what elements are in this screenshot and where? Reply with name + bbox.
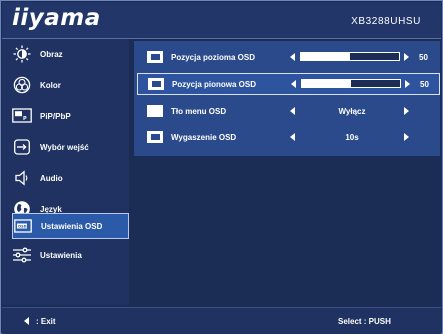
vertical-position-slider[interactable] [301,79,401,88]
menu-background-value: Wyłącz [338,107,366,116]
sidebar-item-kolor[interactable]: Kolor [12,72,128,98]
horizontal-position-slider[interactable] [300,52,400,61]
row-label: Pozycja pionowa OSD [172,80,257,89]
sidebar-item-label: Ustawienia OSD [41,221,103,231]
horizontal-position-icon [147,51,163,63]
sidebar-item-label: Audio [40,173,63,183]
settings-sliders-icon [12,246,32,264]
pip-icon: P [12,107,32,125]
select-hint: Select : PUSH [338,317,391,326]
svg-text:OSD: OSD [18,225,27,229]
increase-arrow-icon[interactable] [404,53,409,61]
svg-text:P: P [23,116,27,122]
row-menu-background[interactable]: Tło menu OSD Wyłącz [137,101,440,123]
row-osd-timeout[interactable]: Wygaszenie OSD 10s [137,127,440,149]
sidebar-item-label: Ustawienia [40,250,82,260]
sidebar-item-label: Obraz [40,49,63,59]
sidebar-item-wybor-wejsc[interactable]: Wybór wejść [12,134,128,160]
sidebar-item-label: Wybór wejść [40,142,89,152]
sidebar: Obraz Kolor P PiP/PbP Wybór wejść Audio … [2,39,129,305]
sidebar-item-audio[interactable]: Audio [12,165,128,191]
sidebar-item-pip-pbp[interactable]: P PiP/PbP [12,103,128,129]
sidebar-item-ustawienia[interactable]: Ustawienia [12,242,128,268]
input-icon [12,138,32,156]
menu-background-icon [147,105,163,117]
sidebar-item-label: PiP/PbP [40,111,71,121]
brand-logo: iiyama [12,5,101,31]
decrease-arrow-icon[interactable] [291,80,296,88]
brightness-icon [12,45,32,63]
osd-window: iiyama XB3288UHSU Obraz Kolor P PiP/PbP … [0,0,443,334]
sidebar-item-obraz[interactable]: Obraz [12,41,128,67]
increase-arrow-icon[interactable] [404,107,409,115]
row-horizontal-position[interactable]: Pozycja pozioma OSD 50 [137,47,440,69]
row-label: Pozycja pozioma OSD [171,53,256,62]
row-label: Wygaszenie OSD [171,133,237,142]
sidebar-item-ustawienia-osd[interactable]: OSD Ustawienia OSD [12,213,129,239]
color-icon [12,76,32,94]
decrease-arrow-icon[interactable] [290,53,295,61]
slider-remaining [350,53,399,60]
decrease-arrow-icon[interactable] [290,107,295,115]
osd-footer: : Exit Select : PUSH [2,307,441,334]
row-vertical-position[interactable]: Pozycja pionowa OSD 50 [137,73,440,95]
osd-settings-panel: Pozycja pozioma OSD 50 Pozycja pionowa O… [134,41,440,156]
increase-arrow-icon[interactable] [404,133,409,141]
row-label: Tło menu OSD [171,107,227,116]
timeout-icon [147,131,163,143]
main-panel: Pozycja pozioma OSD 50 Pozycja pionowa O… [131,39,442,305]
osd-icon: OSD [13,217,33,235]
increase-arrow-icon[interactable] [405,80,410,88]
model-name: XB3288UHSU [351,16,421,27]
osd-timeout-value: 10s [345,133,359,142]
slider-remaining [351,80,400,87]
vertical-position-value: 50 [420,80,429,89]
osd-header: iiyama XB3288UHSU [2,2,441,39]
sidebar-item-label: Kolor [40,80,61,90]
decrease-arrow-icon[interactable] [290,133,295,141]
exit-hint: : Exit [36,317,56,326]
vertical-position-icon [148,78,164,90]
back-arrow-icon[interactable] [24,317,29,325]
horizontal-position-value: 50 [419,53,428,62]
speaker-icon [12,169,32,187]
